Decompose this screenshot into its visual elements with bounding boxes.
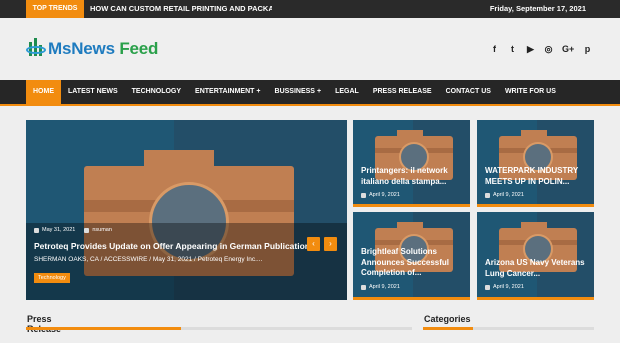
press-release-heading: Press Release — [27, 314, 61, 334]
logo-mark-icon — [26, 38, 46, 59]
main-nav: HOME LATEST NEWS TECHNOLOGY ENTERTAINMEN… — [0, 80, 620, 106]
hero-author[interactable]: nsuman — [92, 227, 112, 233]
hero-excerpt: SHERMAN OAKS, CA / ACCESSWIRE / May 31, … — [34, 256, 263, 263]
tile-date: April 9, 2021 — [369, 284, 400, 290]
nav-item-contact-us[interactable]: CONTACT US — [439, 80, 498, 104]
tile-meta: April 9, 2021 — [361, 192, 400, 198]
nav-item-technology[interactable]: TECHNOLOGY — [125, 80, 188, 104]
nav-item-business-label: BUSSINESS — [274, 88, 315, 95]
calendar-icon — [34, 227, 39, 233]
tile-meta: April 9, 2021 — [485, 192, 524, 198]
current-date: Friday, September 17, 2021 — [489, 4, 586, 13]
hero-title[interactable]: Petroteq Provides Update on Offer Appear… — [34, 241, 310, 251]
nav-item-home[interactable]: HOME — [26, 80, 61, 104]
twitter-icon[interactable]: t — [508, 45, 517, 54]
logo-text-feed: Feed — [114, 39, 159, 58]
top-trends-label: TOP TRENDS — [26, 0, 84, 18]
press-release-underline — [26, 327, 412, 330]
nav-item-press-release[interactable]: PRESS RELEASE — [366, 80, 439, 104]
dropdown-plus-icon: + — [316, 88, 322, 95]
pinterest-icon[interactable]: p — [583, 45, 592, 54]
site-header: MsNews Feed f t ▶ ◎ G+ p — [0, 18, 620, 80]
calendar-icon — [361, 284, 366, 290]
dropdown-plus-icon: + — [256, 88, 261, 95]
logo-text-ms: MsNews — [48, 39, 115, 58]
tile-title[interactable]: Brightleaf Solutions Announces Successfu… — [361, 247, 465, 279]
top-bar: TOP TRENDS HOW CAN CUSTOM RETAIL PRINTIN… — [0, 0, 620, 18]
tile-title[interactable]: Arizona US Navy Veterans Lung Cancer... — [485, 258, 589, 279]
categories-underline — [423, 327, 594, 330]
nav-item-write-for-us[interactable]: WRITE FOR US — [498, 80, 563, 104]
site-logo[interactable]: MsNews Feed — [26, 38, 158, 60]
tile-date: April 9, 2021 — [493, 284, 524, 290]
nav-item-latest-news[interactable]: LATEST NEWS — [61, 80, 125, 104]
google-plus-icon[interactable]: G+ — [562, 45, 574, 54]
prev-slide-button[interactable]: ‹ — [307, 237, 320, 251]
facebook-icon[interactable]: f — [490, 45, 499, 54]
tile-date: April 9, 2021 — [369, 192, 400, 198]
featured-tile[interactable]: Printangers: il network italiano della s… — [353, 120, 470, 207]
user-icon — [84, 227, 90, 233]
next-slide-button[interactable]: › — [324, 237, 337, 251]
hero-slide[interactable]: May 31, 2021 nsuman Petroteq Provides Up… — [26, 120, 347, 300]
hero-category-tag[interactable]: Technology — [34, 273, 70, 283]
top-trend-headline[interactable]: HOW CAN CUSTOM RETAIL PRINTING AND PACKA… — [90, 0, 272, 18]
youtube-icon[interactable]: ▶ — [526, 45, 535, 54]
hero-meta: May 31, 2021 nsuman — [34, 227, 112, 233]
instagram-icon[interactable]: ◎ — [544, 45, 553, 54]
nav-item-legal[interactable]: LEGAL — [328, 80, 366, 104]
nav-item-business[interactable]: BUSSINESS + — [268, 80, 329, 104]
featured-tile[interactable]: Brightleaf Solutions Announces Successfu… — [353, 212, 470, 300]
nav-item-entertainment-label: ENTERTAINMENT — [195, 88, 255, 95]
tile-title[interactable]: WATERPARK INDUSTRY MEETS UP IN POLIN... — [485, 166, 589, 187]
logo-text: MsNews Feed — [48, 39, 158, 59]
featured-tile[interactable]: Arizona US Navy Veterans Lung Cancer... … — [477, 212, 594, 300]
calendar-icon — [485, 284, 490, 290]
tile-meta: April 9, 2021 — [485, 284, 524, 290]
tile-date: April 9, 2021 — [493, 192, 524, 198]
hero-date: May 31, 2021 — [42, 227, 76, 233]
social-links: f t ▶ ◎ G+ p — [490, 45, 592, 54]
tile-meta: April 9, 2021 — [361, 284, 400, 290]
nav-item-entertainment[interactable]: ENTERTAINMENT + — [188, 80, 267, 104]
categories-heading: Categories — [424, 314, 471, 324]
featured-tile[interactable]: WATERPARK INDUSTRY MEETS UP IN POLIN... … — [477, 120, 594, 207]
tile-title[interactable]: Printangers: il network italiano della s… — [361, 166, 465, 187]
calendar-icon — [361, 192, 366, 198]
calendar-icon — [485, 192, 490, 198]
